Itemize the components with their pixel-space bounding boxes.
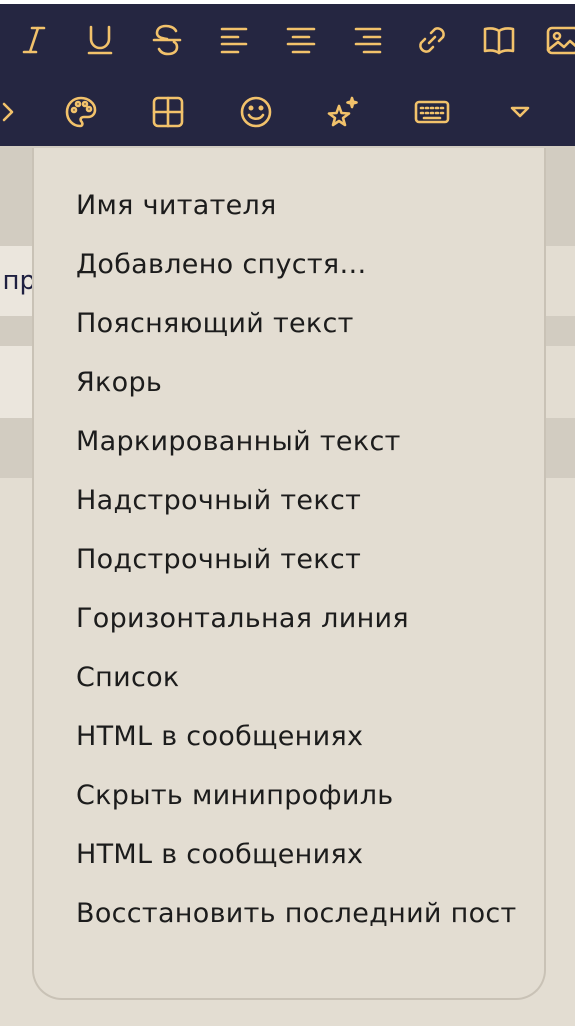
table-icon[interactable] — [146, 90, 190, 134]
align-center-icon[interactable] — [279, 18, 323, 62]
menu-item-reader-name[interactable]: Имя читателя — [76, 186, 277, 226]
dropdown-triangle-icon[interactable] — [498, 90, 542, 134]
dropdown-menu: Имя читателя Добавлено спустя… Поясняющи… — [32, 148, 546, 1000]
sparkle-star-icon[interactable] — [321, 90, 365, 134]
align-right-icon[interactable] — [346, 18, 390, 62]
menu-item-anchor[interactable]: Якорь — [76, 363, 162, 403]
menu-item-highlighted-text[interactable]: Маркированный текст — [76, 422, 401, 462]
palette-icon[interactable] — [59, 90, 103, 134]
menu-item-restore-last-post[interactable]: Восстановить последний пост — [76, 894, 517, 934]
menu-item-list[interactable]: Список — [76, 658, 180, 698]
menu-item-html-in-posts-2[interactable]: HTML в сообщениях — [76, 835, 363, 875]
image-icon[interactable] — [540, 18, 575, 62]
text-field-partial-text: пр — [2, 266, 36, 296]
editor-toolbar — [0, 4, 575, 146]
underline-icon[interactable] — [78, 18, 122, 62]
chevron-right-icon[interactable] — [0, 90, 28, 134]
smiley-icon[interactable] — [234, 90, 278, 134]
align-left-icon[interactable] — [212, 18, 256, 62]
strikethrough-icon[interactable] — [145, 18, 189, 62]
menu-item-added-after[interactable]: Добавлено спустя… — [76, 245, 367, 285]
menu-item-superscript[interactable]: Надстрочный текст — [76, 481, 361, 521]
menu-item-explanatory-text[interactable]: Поясняющий текст — [76, 304, 354, 344]
menu-item-horizontal-line[interactable]: Горизонтальная линия — [76, 599, 409, 639]
menu-item-hide-miniprofile[interactable]: Скрыть минипрофиль — [76, 776, 393, 816]
menu-item-html-in-posts[interactable]: HTML в сообщениях — [76, 717, 363, 757]
keyboard-icon[interactable] — [410, 90, 454, 134]
menu-item-subscript[interactable]: Подстрочный текст — [76, 540, 361, 580]
link-icon[interactable] — [410, 18, 454, 62]
italic-icon[interactable] — [12, 18, 56, 62]
book-icon[interactable] — [477, 18, 521, 62]
